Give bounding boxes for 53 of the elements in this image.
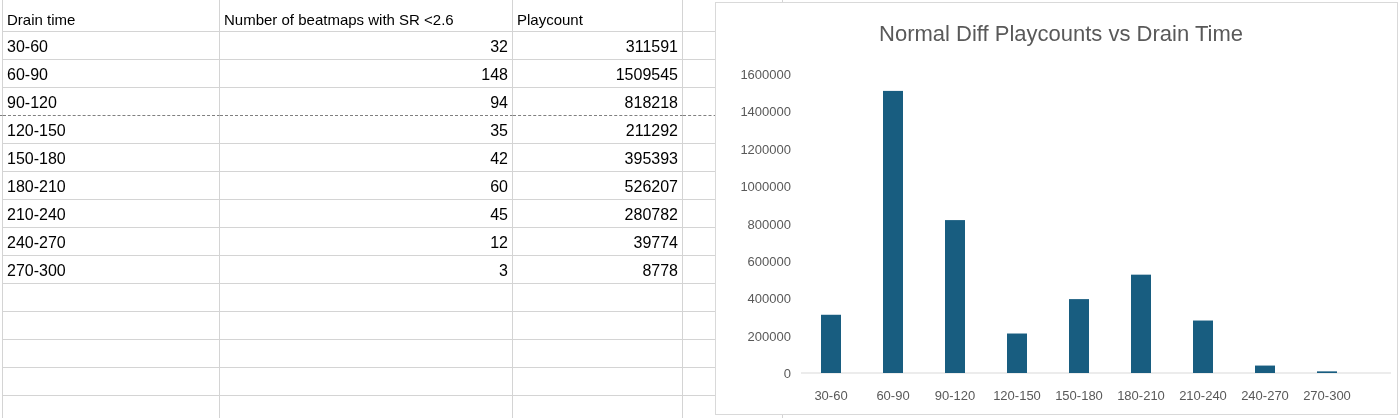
y-axis-label: 1400000 bbox=[740, 104, 791, 120]
x-axis-label: 210-240 bbox=[1179, 388, 1227, 403]
table-cell: 45 bbox=[220, 200, 513, 228]
x-axis-label: 240-270 bbox=[1241, 388, 1289, 403]
table-cell: 1509545 bbox=[513, 60, 683, 88]
table-cell: 60-90 bbox=[3, 60, 220, 88]
y-axis-label: 1000000 bbox=[740, 179, 791, 195]
table-cell: 818218 bbox=[513, 88, 683, 116]
table-cell: 30-60 bbox=[3, 32, 220, 60]
bar bbox=[1007, 333, 1027, 373]
table-cell: 90-120 bbox=[3, 88, 220, 116]
table-cell: 94 bbox=[220, 88, 513, 116]
y-axis-label: 1200000 bbox=[740, 141, 791, 157]
chart-title: Normal Diff Playcounts vs Drain Time bbox=[879, 21, 1243, 46]
table-cell: 8778 bbox=[513, 256, 683, 284]
y-axis-label: 1600000 bbox=[740, 67, 791, 82]
column-header: Playcount bbox=[513, 0, 683, 32]
column-header: Drain time bbox=[3, 0, 220, 32]
x-axis-label: 30-60 bbox=[814, 388, 848, 403]
table-cell: 395393 bbox=[513, 144, 683, 172]
bar bbox=[1255, 365, 1275, 373]
y-axis-label: 200000 bbox=[747, 328, 791, 344]
table-cell: 270-300 bbox=[3, 256, 220, 284]
y-axis-label: 600000 bbox=[747, 253, 791, 269]
table-cell: 12 bbox=[220, 228, 513, 256]
table-cell: 39774 bbox=[513, 228, 683, 256]
column-header: Number of beatmaps with SR <2.6 bbox=[220, 0, 513, 32]
table-cell: 280782 bbox=[513, 200, 683, 228]
x-axis-label: 60-90 bbox=[876, 388, 910, 403]
x-axis-label: 120-150 bbox=[993, 388, 1041, 403]
y-axis-label: 400000 bbox=[747, 291, 791, 307]
x-axis-label: 150-180 bbox=[1055, 388, 1103, 403]
table-cell: 35 bbox=[220, 116, 513, 144]
table-cell: 60 bbox=[220, 172, 513, 200]
table-cell: 148 bbox=[220, 60, 513, 88]
table-cell: 120-150 bbox=[3, 116, 220, 144]
x-axis-label: 180-210 bbox=[1117, 388, 1165, 403]
table-cell: 210-240 bbox=[3, 200, 220, 228]
x-axis-label: 270-300 bbox=[1303, 388, 1351, 403]
table-cell: 240-270 bbox=[3, 228, 220, 256]
table-cell: 150-180 bbox=[3, 144, 220, 172]
table-cell: 211292 bbox=[513, 116, 683, 144]
x-axis-label: 90-120 bbox=[934, 388, 976, 403]
table-cell: 42 bbox=[220, 144, 513, 172]
table-cell: 311591 bbox=[513, 32, 683, 60]
bar bbox=[1193, 320, 1213, 373]
table-cell: 180-210 bbox=[3, 172, 220, 200]
bar bbox=[821, 314, 841, 373]
table-cell: 32 bbox=[220, 32, 513, 60]
y-axis-label: 800000 bbox=[747, 216, 791, 232]
table-cell: 3 bbox=[220, 256, 513, 284]
y-axis-label: 0 bbox=[783, 366, 791, 381]
table-cell: 526207 bbox=[513, 172, 683, 200]
